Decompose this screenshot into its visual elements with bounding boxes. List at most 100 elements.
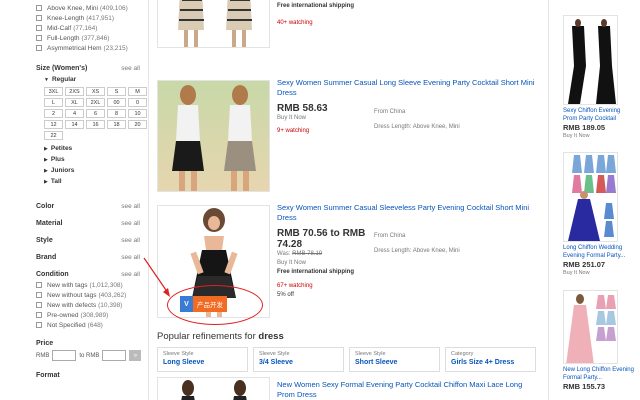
size-option[interactable]: 20 [128, 120, 147, 129]
size-option[interactable]: 0 [128, 98, 147, 107]
size-option[interactable]: 3XL [44, 87, 63, 96]
filter-condition-new-with-tags[interactable]: New with tags (1,012,308) [36, 280, 147, 290]
filter-condition-new-without-tags[interactable]: New without tags (403,262) [36, 290, 147, 300]
refinement-three-quarter-sleeve[interactable]: Sleeve Style 3/4 Sleeve [253, 347, 344, 372]
rail-item[interactable]: Long Chiffon Wedding Evening Formal Part… [563, 152, 635, 277]
filter-length-above-knee[interactable]: Above Knee, Mini (409,106) [36, 3, 147, 13]
brand-section-header[interactable]: Brand see all [36, 254, 140, 261]
color-section-header[interactable]: Color see all [36, 203, 140, 210]
size-option[interactable]: 2XS [65, 87, 84, 96]
rail-image[interactable] [563, 15, 618, 105]
refinement-girls-size[interactable]: Category Girls Size 4+ Dress [445, 347, 536, 372]
checkbox[interactable] [36, 45, 42, 51]
listing-title-link[interactable]: Sexy Women Summer Casual Sleeveless Part… [277, 203, 529, 222]
filter-length-mid-calf[interactable]: Mid-Calf (77,164) [36, 23, 147, 33]
checkbox[interactable] [36, 15, 42, 21]
rail-title-link[interactable]: New Long Chiffon Evening Formal Party... [563, 366, 635, 382]
size-option[interactable]: 10 [128, 109, 147, 118]
price-min-input[interactable] [52, 350, 77, 361]
checkbox[interactable] [36, 35, 42, 41]
rail-item[interactable]: New Long Chiffon Evening Formal Party...… [563, 290, 635, 392]
size-section-header: Size (Women's) see all [36, 65, 140, 72]
size-option[interactable]: XL [65, 98, 84, 107]
triangle-right-icon: ▶ [44, 145, 48, 152]
size-regular-toggle[interactable]: ▼ Regular [44, 74, 147, 85]
size-option[interactable]: XS [86, 87, 105, 96]
listing-image[interactable] [157, 80, 270, 192]
results-list: Free international shipping 40+ watching [148, 0, 543, 400]
size-option[interactable]: 22 [44, 131, 63, 140]
rail-price: RMB 155.73 [563, 382, 606, 391]
popular-refinements-title: Popular refinements for dress [157, 331, 284, 342]
rail-image[interactable] [563, 152, 618, 242]
size-option[interactable]: 00 [107, 98, 126, 107]
checkbox[interactable] [36, 312, 42, 318]
size-option[interactable]: 4 [65, 109, 84, 118]
listing-origin: From China [374, 109, 406, 115]
listing-item: New Women Sexy Formal Evening Party Cock… [157, 377, 542, 400]
rail-title-link[interactable]: Sexy Chiffon Evening Prom Party Cocktail [563, 107, 635, 123]
size-option[interactable]: 8 [107, 109, 126, 118]
filter-sidebar: Above Knee, Mini (409,106) Knee-Length (41… [0, 0, 148, 400]
style-see-all-link[interactable]: see all [121, 237, 140, 244]
size-option[interactable]: 18 [107, 120, 126, 129]
style-section-header[interactable]: Style see all [36, 237, 140, 244]
rail-item[interactable]: Sexy Chiffon Evening Prom Party Cocktail… [563, 15, 635, 140]
size-group-juniors[interactable]: ▶ Juniors [44, 165, 147, 176]
price-go-button[interactable]: » [129, 350, 142, 361]
filter-length-full[interactable]: Full-Length (377,846) [36, 33, 147, 43]
size-option[interactable]: 16 [86, 120, 105, 129]
refinement-short-sleeve[interactable]: Sleeve Style Short Sleeve [349, 347, 440, 372]
size-option[interactable]: 14 [65, 120, 84, 129]
size-group-petites[interactable]: ▶ Petites [44, 143, 147, 154]
size-option[interactable]: 2XL [86, 98, 105, 107]
filter-condition-not-specified[interactable]: Not Specified (648) [36, 320, 147, 330]
condition-see-all-link[interactable]: see all [121, 271, 140, 278]
filter-condition-pre-owned[interactable]: Pre-owned (308,989) [36, 310, 147, 320]
listing-image[interactable] [157, 377, 270, 400]
checkbox[interactable] [36, 25, 42, 31]
price-range: RMB to RMB » [36, 350, 147, 361]
size-option[interactable]: S [107, 87, 126, 96]
checkbox[interactable] [36, 302, 42, 308]
size-option[interactable]: L [44, 98, 63, 107]
listing-image[interactable] [157, 0, 270, 48]
size-see-all-link[interactable]: see all [121, 65, 140, 72]
filter-length-knee[interactable]: Knee-Length (417,951) [36, 13, 147, 23]
listing-dress-length: Dress Length: Above Knee, Mini [374, 124, 460, 130]
size-option[interactable]: 2 [44, 109, 63, 118]
shipping-text: Free international shipping [277, 3, 355, 9]
size-option[interactable]: 12 [44, 120, 63, 129]
checkbox[interactable] [36, 5, 42, 11]
size-grid: 3XL 2XS XS S M L XL 2XL 00 0 2 4 6 8 10 12 14 16 18 20 22 [44, 87, 147, 140]
checkbox[interactable] [36, 282, 42, 288]
dress-photo [158, 0, 269, 47]
shipping-text: Free international shipping [277, 269, 355, 275]
dress-photo [564, 16, 617, 104]
size-option[interactable]: M [128, 87, 147, 96]
refinement-long-sleeve[interactable]: Sleeve Style Long Sleeve [157, 347, 248, 372]
size-option[interactable]: 6 [86, 109, 105, 118]
brand-see-all-link[interactable]: see all [121, 254, 140, 261]
listing-price: RMB 58.63 [277, 103, 328, 114]
size-title: Size (Women's) [36, 65, 88, 72]
rail-price: RMB 189.05 [563, 123, 606, 132]
checkbox[interactable] [36, 322, 42, 328]
filter-condition-new-with-defects[interactable]: New with defects (10,398) [36, 300, 147, 310]
color-see-all-link[interactable]: see all [121, 203, 140, 210]
price-max-input[interactable] [102, 350, 127, 361]
material-see-all-link[interactable]: see all [121, 220, 140, 227]
filter-length-asymmetrical[interactable]: Asymmetrical Hem (23,215) [36, 43, 147, 53]
checkbox[interactable] [36, 292, 42, 298]
rail-title-link[interactable]: Long Chiffon Wedding Evening Formal Part… [563, 244, 635, 260]
rail-image[interactable] [563, 290, 618, 364]
material-section-header[interactable]: Material see all [36, 220, 140, 227]
listing-item: Free international shipping 40+ watching [157, 0, 542, 60]
dress-photo [564, 153, 617, 241]
listing-title-link[interactable]: Sexy Women Summer Casual Long Sleeve Eve… [277, 78, 534, 97]
listing-title-link[interactable]: New Women Sexy Formal Evening Party Cock… [277, 380, 522, 399]
dress-photo [158, 81, 269, 191]
size-group-tall[interactable]: ▶ Tall [44, 176, 147, 187]
format-section-header[interactable]: Format [36, 372, 140, 379]
size-group-plus[interactable]: ▶ Plus [44, 154, 147, 165]
